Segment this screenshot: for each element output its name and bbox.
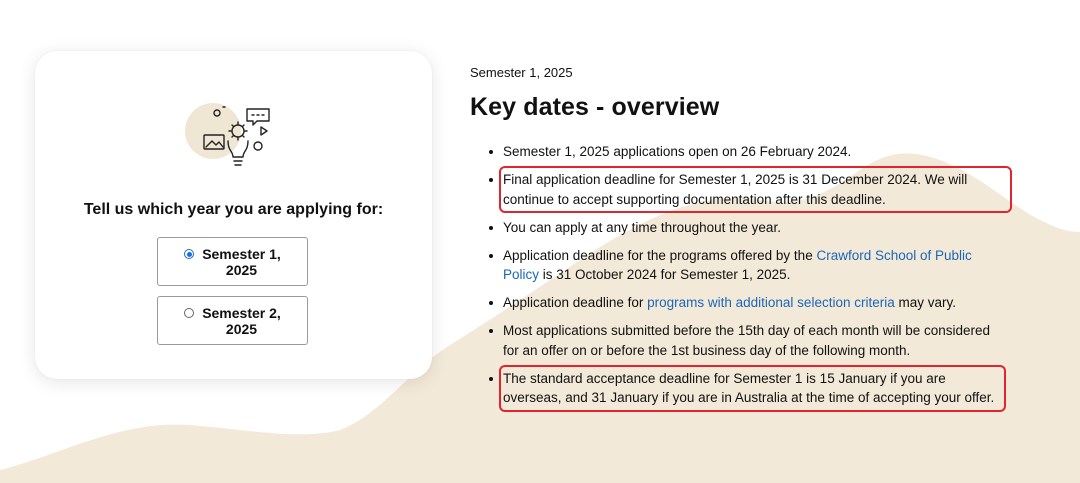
- page-title: Key dates - overview: [470, 93, 720, 121]
- list-item: Application deadline for the programs of…: [470, 246, 1030, 285]
- list-item: Semester 1, 2025 applications open on 26…: [470, 142, 1030, 162]
- semester-eyebrow: Semester 1, 2025: [470, 65, 573, 80]
- semester-1-2025-option[interactable]: Semester 1, 2025: [157, 237, 308, 286]
- list-item-highlighted: Final application deadline for Semester …: [470, 166, 1030, 213]
- year-selector-card: Tell us which year you are applying for:…: [35, 51, 432, 379]
- semester-2-label: Semester 2, 2025: [202, 305, 281, 337]
- ideas-lightbulb-icon: [185, 103, 270, 166]
- highlight-box: Final application deadline for Semester …: [499, 166, 1012, 213]
- semester-1-label: Semester 1, 2025: [202, 246, 281, 278]
- semester-1-radio[interactable]: [184, 249, 195, 259]
- list-item: Application deadline for programs with a…: [470, 293, 1030, 313]
- semester-2-radio[interactable]: [184, 308, 195, 318]
- key-dates-list: Semester 1, 2025 applications open on 26…: [470, 142, 1030, 412]
- list-item-highlighted: The standard acceptance deadline for Sem…: [470, 364, 1030, 412]
- key-dates-section: Semester 1, 2025 Key dates - overview Se…: [470, 60, 1030, 416]
- list-item: You can apply at any time throughout the…: [470, 218, 1030, 238]
- list-item: Most applications submitted before the 1…: [470, 321, 1030, 360]
- highlight-box: The standard acceptance deadline for Sem…: [499, 364, 1006, 412]
- semester-2-2025-option[interactable]: Semester 2, 2025: [157, 296, 308, 345]
- year-question-heading: Tell us which year you are applying for:: [83, 201, 384, 218]
- additional-selection-criteria-link[interactable]: programs with additional selection crite…: [647, 295, 895, 310]
